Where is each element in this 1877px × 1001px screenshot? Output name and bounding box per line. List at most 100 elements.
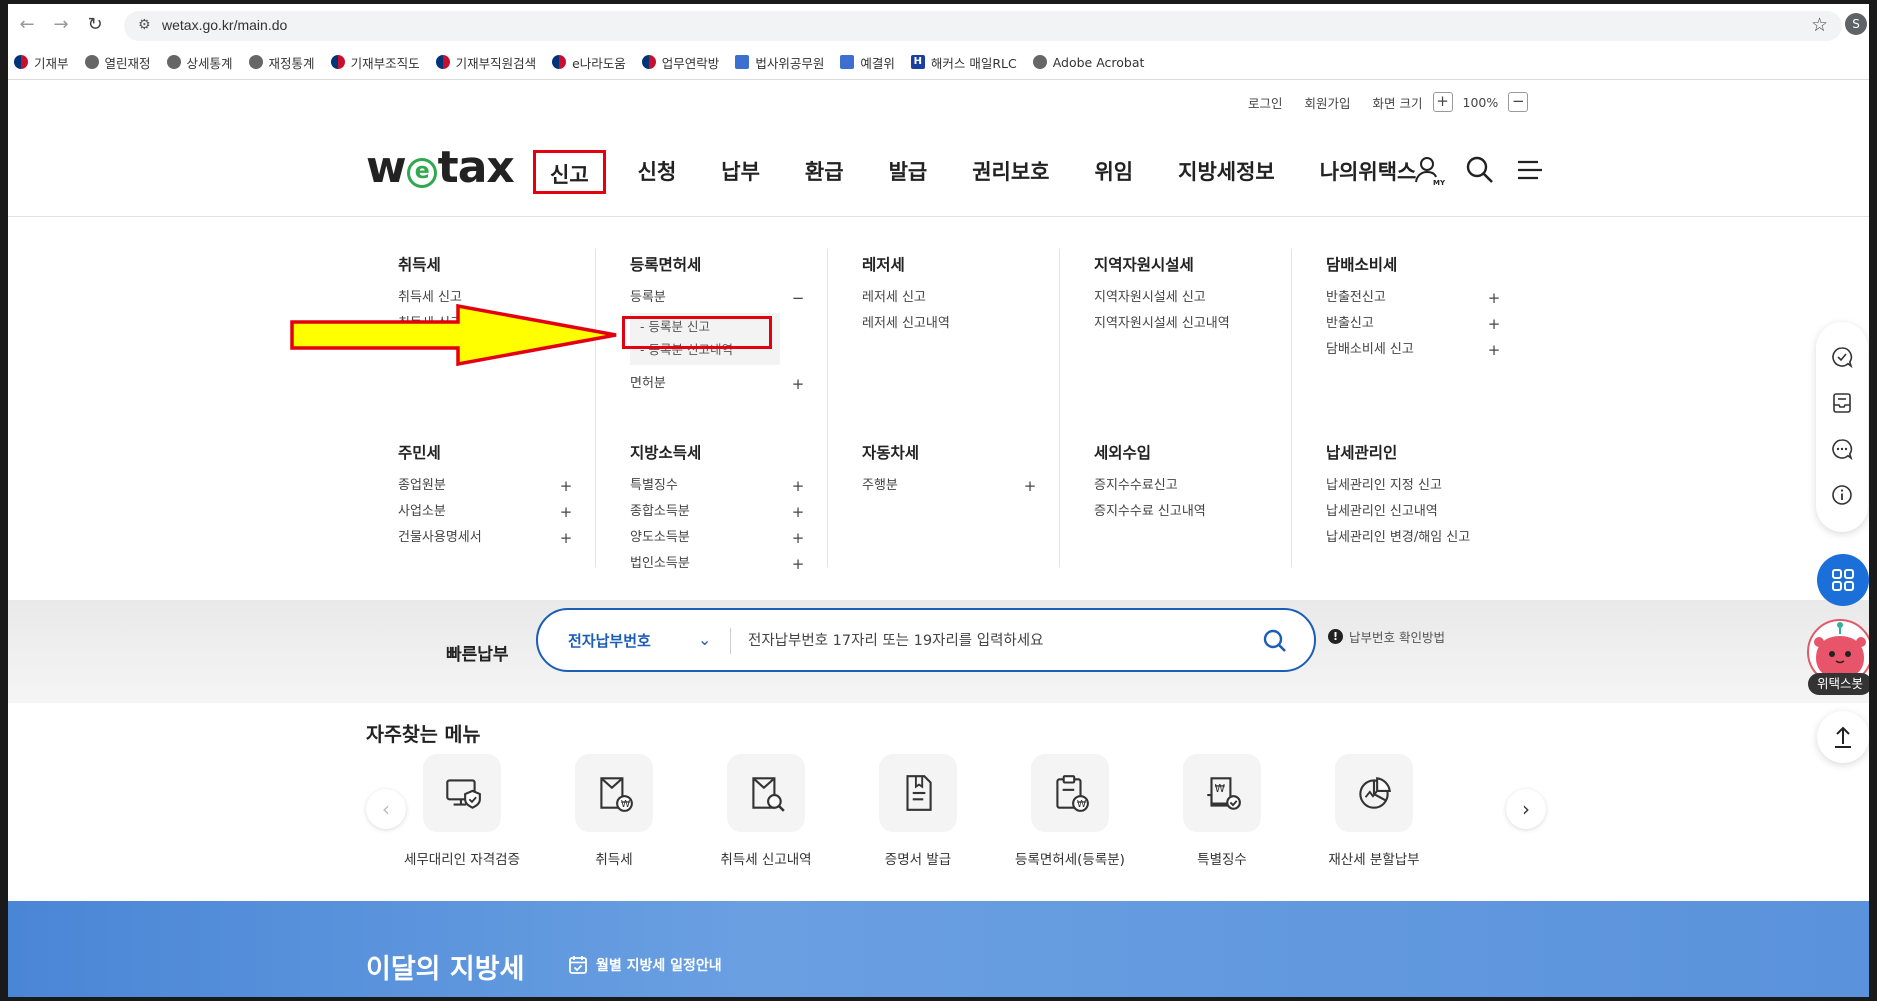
category-title[interactable]: 주민세 xyxy=(398,441,573,463)
nav-item[interactable]: 권리보호 xyxy=(960,150,1061,194)
menu-item[interactable]: 담배소비세 신고 + xyxy=(1326,337,1501,363)
bookmark-item[interactable]: 법사위공무원 xyxy=(735,53,824,72)
expand-plus-icon[interactable]: + xyxy=(791,525,805,551)
expand-plus-icon[interactable]: + xyxy=(791,551,805,577)
frequent-menu-item[interactable]: ₩ 취득세 xyxy=(534,754,694,868)
address-bar[interactable]: ⚙ wetax.go.kr/main.do ☆ xyxy=(124,11,1842,41)
category-title[interactable]: 담배소비세 xyxy=(1326,253,1501,275)
url-text[interactable]: wetax.go.kr/main.do xyxy=(162,17,287,33)
zoom-in-button[interactable]: + xyxy=(1432,92,1453,112)
frequent-menu-tile[interactable] xyxy=(1335,754,1413,832)
bookmark-star-icon[interactable]: ☆ xyxy=(1811,14,1828,36)
frequent-menu-tile[interactable]: ₩ xyxy=(575,754,653,832)
expand-plus-icon[interactable]: + xyxy=(1023,473,1037,499)
category-title[interactable]: 납세관리인 xyxy=(1326,441,1501,463)
category-title[interactable]: 지방소득세 xyxy=(630,441,805,463)
menu-item[interactable]: 사업소분 + xyxy=(398,499,573,525)
payment-number-input[interactable] xyxy=(748,624,1248,658)
menu-item[interactable]: 건물사용명세서 + xyxy=(398,525,573,551)
frequent-menu-item[interactable]: 증명서 발급 xyxy=(838,754,998,868)
menu-item[interactable]: 지역자원시설세 신고 xyxy=(1094,285,1269,311)
frequent-menu-tile[interactable] xyxy=(727,754,805,832)
frequent-menu-item[interactable]: 재산세 분할납부 xyxy=(1294,754,1454,868)
menu-item[interactable]: 레저세 신고 xyxy=(862,285,1037,311)
frequent-menu-tile[interactable] xyxy=(423,754,501,832)
menu-item[interactable]: 반출신고 + xyxy=(1326,311,1501,337)
monthly-schedule-link[interactable]: 월별 지방세 일정안내 xyxy=(568,955,722,975)
bookmark-item[interactable]: 업무연락방 xyxy=(641,53,719,72)
login-link[interactable]: 로그인 xyxy=(1248,93,1283,112)
bookmark-item[interactable]: e나라도움 xyxy=(552,53,626,72)
menu-item[interactable]: 주행분 + xyxy=(862,473,1037,499)
signup-link[interactable]: 회원가입 xyxy=(1305,93,1351,112)
expand-plus-icon[interactable]: + xyxy=(1487,311,1501,337)
profile-avatar[interactable]: S xyxy=(1845,13,1867,35)
payment-type-select[interactable]: 전자납부번호 xyxy=(568,630,651,651)
nav-item[interactable]: 신고 xyxy=(533,150,606,194)
reload-icon[interactable]: ↻ xyxy=(82,12,108,38)
back-icon[interactable]: ← xyxy=(14,12,40,38)
frequent-menu-tile[interactable]: ₩ xyxy=(1183,754,1261,832)
info-icon[interactable] xyxy=(1830,483,1854,507)
collapse-minus-icon[interactable]: − xyxy=(791,285,805,311)
expand-plus-icon[interactable]: + xyxy=(1487,337,1501,363)
menu-item[interactable]: 양도소득분 + xyxy=(630,525,805,551)
expand-plus-icon[interactable]: + xyxy=(559,525,573,551)
nav-item[interactable]: 위임 xyxy=(1082,150,1145,194)
frequent-menu-item[interactable]: ₩ 특별징수 xyxy=(1142,754,1302,868)
frequent-menu-tile[interactable] xyxy=(879,754,957,832)
carousel-next-button[interactable]: › xyxy=(1506,789,1546,829)
site-info-icon[interactable]: ⚙ xyxy=(138,17,151,33)
hamburger-menu-icon[interactable] xyxy=(1514,154,1546,186)
menu-item[interactable]: 레저세 신고내역 xyxy=(862,311,1037,337)
category-title[interactable]: 세외수입 xyxy=(1094,441,1269,463)
nav-item[interactable]: 발급 xyxy=(877,150,940,194)
wetax-logo[interactable]: w e tax xyxy=(366,142,515,193)
my-page-icon[interactable]: MY xyxy=(1413,154,1445,186)
category-title[interactable]: 레저세 xyxy=(862,253,1037,275)
expand-plus-icon[interactable]: + xyxy=(791,371,805,397)
bookmark-item[interactable]: 예결위 xyxy=(840,53,895,72)
menu-item[interactable]: 납세관리인 신고내역 xyxy=(1326,499,1501,525)
nav-item[interactable]: 지방세정보 xyxy=(1166,150,1287,194)
category-title[interactable]: 취득세 xyxy=(398,253,573,275)
nav-item[interactable]: 환급 xyxy=(793,150,856,194)
frequent-menu-item[interactable]: 취득세 신고내역 xyxy=(686,754,846,868)
forward-icon[interactable]: → xyxy=(48,12,74,38)
bookmark-item[interactable]: 기재부조직도 xyxy=(330,53,420,72)
search-icon[interactable] xyxy=(1464,154,1496,186)
menu-item[interactable]: 반출전신고 + xyxy=(1326,285,1501,311)
menu-item[interactable]: 종업원분 + xyxy=(398,473,573,499)
menu-item[interactable]: 지역자원시설세 신고내역 xyxy=(1094,311,1269,337)
bookmark-item[interactable]: 재정통계 xyxy=(248,53,315,72)
menu-item[interactable]: 납세관리인 지정 신고 xyxy=(1326,473,1501,499)
bookmark-item[interactable]: 열린재정 xyxy=(84,53,151,72)
frequent-menu-tile[interactable]: ₩ xyxy=(1031,754,1109,832)
wetax-bot-label[interactable]: 위택스봇 xyxy=(1808,673,1869,695)
expand-plus-icon[interactable]: + xyxy=(559,473,573,499)
search-icon[interactable] xyxy=(1258,624,1292,658)
expand-plus-icon[interactable]: + xyxy=(791,499,805,525)
menu-item[interactable]: 증지수수료 신고내역 xyxy=(1094,499,1269,525)
category-title[interactable]: 등록면허세 xyxy=(630,253,805,275)
chat-bubble-icon[interactable] xyxy=(1830,437,1854,461)
zoom-out-button[interactable]: − xyxy=(1508,92,1529,112)
bookmark-item[interactable]: 기재부 xyxy=(14,53,69,72)
expand-plus-icon[interactable]: + xyxy=(1487,285,1501,311)
category-title[interactable]: 자동차세 xyxy=(862,441,1037,463)
expand-plus-icon[interactable]: + xyxy=(791,473,805,499)
menu-item[interactable]: 납세관리인 변경/해임 신고 xyxy=(1326,525,1501,551)
bookmark-item[interactable]: Adobe Acrobat xyxy=(1032,55,1144,70)
inbox-tray-icon[interactable] xyxy=(1830,391,1854,415)
nav-item[interactable]: 신청 xyxy=(626,150,689,194)
bookmark-item[interactable]: H 해커스 매일RLC xyxy=(910,53,1017,72)
menu-item[interactable]: 증지수수료신고 xyxy=(1094,473,1269,499)
expand-plus-icon[interactable]: + xyxy=(559,499,573,525)
menu-item[interactable]: 등록분 − xyxy=(630,285,805,311)
payment-number-help-link[interactable]: ! 납부번호 확인방법 xyxy=(1328,627,1445,646)
category-title[interactable]: 지역자원시설세 xyxy=(1094,253,1269,275)
scroll-top-button[interactable] xyxy=(1817,711,1869,763)
nav-item[interactable]: 납부 xyxy=(709,150,772,194)
menu-item[interactable]: 종합소득분 + xyxy=(630,499,805,525)
bookmark-item[interactable]: 기재부직원검색 xyxy=(435,53,536,72)
